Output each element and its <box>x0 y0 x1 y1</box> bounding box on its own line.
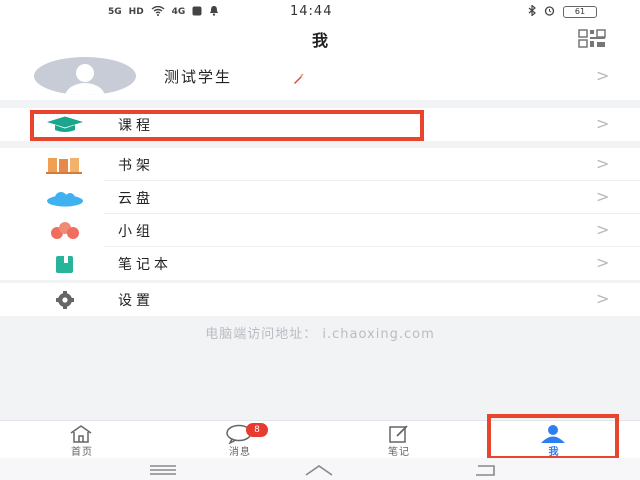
status-time: 14:44 <box>290 4 333 19</box>
chevron-right-icon: > <box>596 253 610 272</box>
status-bar: 5G HD 4G 14:44 61 <box>0 0 640 24</box>
menu-item-cloud-drive[interactable]: 云盘 > <box>0 181 640 214</box>
chevron-right-icon: > <box>596 289 610 308</box>
chevron-right-icon: > <box>596 154 610 173</box>
home-icon <box>66 424 96 444</box>
page-header: 我 <box>0 24 640 52</box>
default-avatar-icon[interactable] <box>34 57 136 95</box>
menu-item-label: 笔记本 <box>118 257 172 273</box>
section-divider <box>0 100 640 108</box>
signal-5g-label: 5G <box>108 7 122 17</box>
cloud-icon <box>44 189 86 207</box>
menu-item-settings[interactable]: 设置 > <box>0 283 640 316</box>
menu-item-group[interactable]: 小组 > <box>0 214 640 247</box>
bell-icon <box>209 5 219 19</box>
profile-row[interactable]: 测试学生 > <box>0 52 640 100</box>
gear-icon <box>44 291 86 309</box>
status-indicators: 5G HD 4G <box>108 5 219 19</box>
qr-code-icon[interactable] <box>578 28 606 48</box>
chevron-right-icon: > <box>596 220 610 239</box>
tab-messages[interactable]: 8 消息 <box>190 421 290 459</box>
group-icon <box>44 222 86 240</box>
menu-item-bookshelf[interactable]: 书架 > <box>0 148 640 181</box>
tab-notes[interactable]: 笔记 <box>349 421 449 459</box>
chevron-right-icon: > <box>596 187 610 206</box>
back-icon[interactable] <box>472 462 502 476</box>
tab-label: 笔记 <box>388 447 410 458</box>
signal-4g-label: 4G <box>171 7 186 17</box>
tab-label: 消息 <box>229 447 251 458</box>
menu-item-label: 小组 <box>118 224 154 240</box>
menu-item-label: 云盘 <box>118 191 154 207</box>
course-highlight-box <box>30 110 424 141</box>
menu-icon[interactable] <box>148 462 178 476</box>
status-right: 61 <box>528 4 597 19</box>
chevron-right-icon: > <box>596 66 610 85</box>
app-notification-icon <box>192 6 202 19</box>
tab-label: 首页 <box>71 447 93 458</box>
alarm-icon <box>544 5 555 19</box>
menu-item-notebook[interactable]: 笔记本 > <box>0 247 640 280</box>
pencil-icon[interactable] <box>292 70 304 84</box>
hd-label: HD <box>128 7 144 17</box>
section-divider <box>0 141 640 148</box>
web-access-hint: 电脑端访问地址： i.chaoxing.com <box>205 327 435 342</box>
menu-item-label: 设置 <box>118 293 154 309</box>
notebook-icon <box>44 255 86 273</box>
tab-home[interactable]: 首页 <box>32 421 132 459</box>
system-nav-bar <box>0 458 640 480</box>
unread-badge: 8 <box>246 423 268 437</box>
app-screen: 5G HD 4G 14:44 61 我 测试学生 > 课程 > 书架 > 云盘 … <box>0 0 640 480</box>
bluetooth-icon <box>528 4 536 19</box>
wifi-icon <box>151 5 165 19</box>
me-tab-highlight-box <box>487 414 619 460</box>
battery-icon: 61 <box>563 6 597 18</box>
chevron-right-icon: > <box>596 114 610 133</box>
note-edit-icon <box>383 424 413 444</box>
profile-name: 测试学生 <box>164 68 233 86</box>
menu-item-label: 书架 <box>118 158 154 174</box>
bookshelf-icon <box>44 156 86 174</box>
page-title: 我 <box>311 31 328 50</box>
home-button-icon[interactable] <box>304 462 334 476</box>
